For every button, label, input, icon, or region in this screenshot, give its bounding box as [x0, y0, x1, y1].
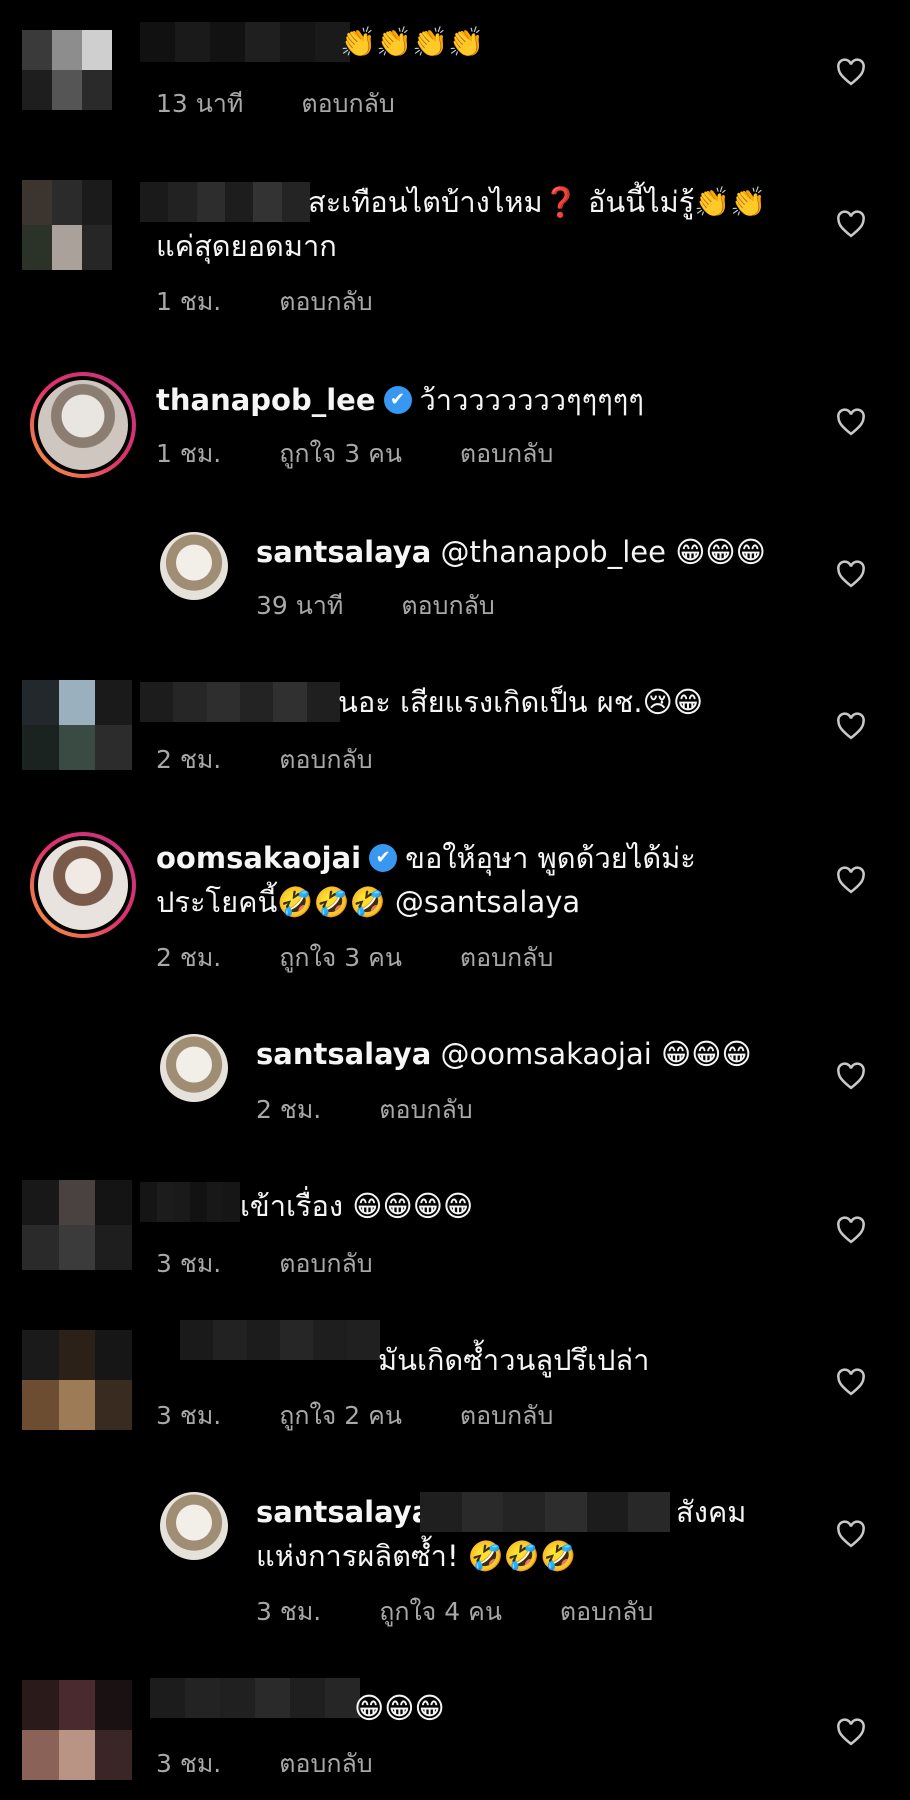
comment-meta: 39 นาที ตอบกลับ [256, 586, 545, 626]
mention-link[interactable]: @thanapob_lee [440, 535, 665, 569]
comment-meta: 3 ชม. ถูกใจ 2 คน ตอบกลับ [156, 1396, 603, 1436]
heart-icon[interactable] [836, 560, 866, 588]
username[interactable]: santsalaya [256, 1037, 431, 1071]
heart-icon[interactable] [836, 1216, 866, 1244]
reply-button[interactable]: ตอบกลับ [279, 745, 372, 774]
comment-meta: 2 ชม. ถูกใจ 3 คน ตอบกลับ [156, 938, 603, 978]
reply-button[interactable]: ตอบกลับ [401, 591, 494, 620]
comment-meta: 3 ชม. ตอบกลับ [156, 1744, 423, 1784]
likes-count[interactable]: ถูกใจ 4 คน [379, 1597, 502, 1626]
comment-meta: 13 นาที ตอบกลับ [156, 84, 445, 124]
username[interactable]: oomsakaojai [156, 841, 361, 875]
heart-icon[interactable] [836, 712, 866, 740]
comment-text: 😁😁😁 [661, 1037, 752, 1071]
comment-text: นอะ เสียแรงเกิดเป็น ผช.😢😁 [338, 685, 704, 719]
reply-button[interactable]: ตอบกลับ [460, 943, 553, 972]
avatar[interactable] [22, 180, 112, 270]
comment-time: 3 ชม. [256, 1597, 322, 1626]
avatar[interactable] [30, 372, 136, 478]
comments-feed: 👏👏👏👏 13 นาที ตอบกลับ สะเทือนไตบ้างไหม❓ อ… [0, 0, 910, 1800]
heart-icon[interactable] [836, 1718, 866, 1746]
verified-badge-icon: ✔ [369, 844, 398, 872]
avatar[interactable] [22, 30, 112, 110]
comment-meta: 1 ชม. ตอบกลับ [156, 282, 423, 322]
avatar[interactable] [30, 832, 136, 938]
reply-button[interactable]: ตอบกลับ [301, 89, 394, 118]
redacted-username [180, 1320, 380, 1360]
avatar[interactable] [22, 1680, 132, 1780]
username[interactable]: santsalaya [256, 1495, 431, 1529]
redacted-username [140, 182, 310, 222]
heart-icon[interactable] [836, 1062, 866, 1090]
comment-text: ว้าวววววววๆๆๆๆๆ [419, 383, 644, 417]
username[interactable]: santsalaya [256, 535, 431, 569]
reply-button[interactable]: ตอบกลับ [379, 1095, 472, 1124]
heart-icon[interactable] [836, 1520, 866, 1548]
likes-count[interactable]: ถูกใจ 3 คน [279, 943, 402, 972]
comment-meta: 3 ชม. ตอบกลับ [156, 1244, 423, 1284]
reply-button[interactable]: ตอบกลับ [279, 1249, 372, 1278]
reply-button[interactable]: ตอบกลับ [460, 439, 553, 468]
comment-text: สังคม [676, 1495, 747, 1529]
comment-time: 1 ชม. [156, 287, 222, 316]
comment-time: 3 ชม. [156, 1749, 222, 1778]
heart-icon[interactable] [836, 1368, 866, 1396]
username[interactable]: thanapob_lee [156, 383, 376, 417]
comment-text-line2: แห่งการผลิตซ้ำ! 🤣🤣🤣 [256, 1539, 577, 1573]
redacted-username [150, 1678, 360, 1718]
comment-meta: 1 ชม. ถูกใจ 3 คน ตอบกลับ [156, 434, 603, 474]
verified-badge-icon: ✔ [383, 386, 412, 414]
reply-button[interactable]: ตอบกลับ [279, 1749, 372, 1778]
comment-text: 👏👏👏👏 [340, 25, 485, 59]
comment-text-line1: สะเทือนไตบ้างไหม❓ อันนี้ไม่รู้👏👏 [308, 185, 767, 219]
comment-meta: 2 ชม. ตอบกลับ [256, 1090, 523, 1130]
reply-button[interactable]: ตอบกลับ [460, 1401, 553, 1430]
comment-meta: 2 ชม. ตอบกลับ [156, 740, 423, 780]
avatar[interactable] [22, 680, 132, 770]
reply-button[interactable]: ตอบกลับ [560, 1597, 653, 1626]
comment-time: 2 ชม. [256, 1095, 322, 1124]
comment-time: 2 ชม. [156, 943, 222, 972]
comment-time: 1 ชม. [156, 439, 222, 468]
comment-text: 😁😁😁 [675, 535, 766, 569]
heart-icon[interactable] [836, 210, 866, 238]
comment-time: 3 ชม. [156, 1249, 222, 1278]
avatar[interactable] [160, 1034, 228, 1102]
comment-text-line2: ประโยคนี้🤣🤣🤣 @santsalaya [156, 885, 581, 919]
comment-time: 3 ชม. [156, 1401, 222, 1430]
likes-count[interactable]: ถูกใจ 2 คน [279, 1401, 402, 1430]
redacted-username [140, 682, 340, 722]
comment-time: 2 ชม. [156, 745, 222, 774]
redacted-username [140, 1182, 240, 1222]
avatar[interactable] [22, 1180, 132, 1270]
comment-text-line2: แค่สุดยอดมาก [156, 229, 337, 263]
avatar[interactable] [160, 532, 228, 600]
redacted-username [140, 22, 350, 62]
comment-body: santsalaya @thanapob_lee 😁😁😁 [256, 530, 766, 574]
avatar[interactable] [160, 1492, 228, 1560]
comment-body: santsalaya [256, 1490, 431, 1534]
heart-icon[interactable] [836, 408, 866, 436]
likes-count[interactable]: ถูกใจ 3 คน [279, 439, 402, 468]
comment-meta: 3 ชม. ถูกใจ 4 คน ตอบกลับ [256, 1592, 703, 1632]
comment-body: thanapob_lee ✔ ว้าวววววววๆๆๆๆๆ [156, 378, 644, 422]
mention-link[interactable]: @oomsakaojai [440, 1037, 651, 1071]
heart-icon[interactable] [836, 866, 866, 894]
heart-icon[interactable] [836, 58, 866, 86]
reply-button[interactable]: ตอบกลับ [279, 287, 372, 316]
comment-body: santsalaya @oomsakaojai 😁😁😁 [256, 1032, 752, 1076]
comment-time: 13 นาที [156, 89, 244, 118]
comment-text: 😁😁😁 [354, 1691, 445, 1725]
comment-body: oomsakaojai ✔ ขอให้อุษา พูดด้วยได้ม่ะ [156, 836, 696, 880]
comment-text: ขอให้อุษา พูดด้วยได้ม่ะ [405, 841, 696, 875]
avatar[interactable] [22, 1330, 132, 1430]
comment-text: มันเกิดซ้ำวนลูปรึเปล่า [378, 1343, 650, 1377]
redacted-text [420, 1492, 670, 1532]
comment-time: 39 นาที [256, 591, 344, 620]
comment-text: เข้าเรื่อง 😁😁😁😁 [240, 1189, 474, 1223]
